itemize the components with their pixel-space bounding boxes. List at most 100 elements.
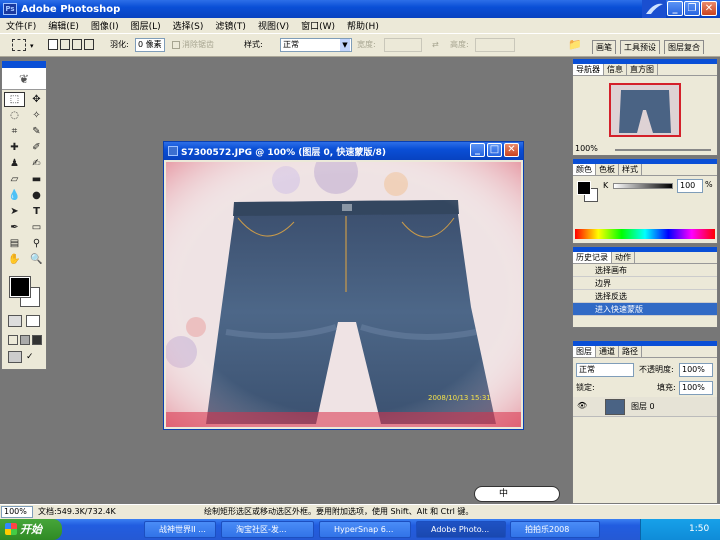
blend-mode-select[interactable]: 正常 <box>576 363 634 377</box>
ime-mode[interactable]: 中 <box>499 489 508 499</box>
gradient-tool-icon[interactable]: ▬ <box>26 172 47 187</box>
dodge-tool-icon[interactable]: ● <box>26 188 47 203</box>
quick-mask-mode-icon[interactable] <box>26 315 40 327</box>
palette-well-tool-presets[interactable]: 工具预设 <box>620 40 660 54</box>
clock[interactable]: 1:50 <box>689 519 709 540</box>
menu-select[interactable]: 选择(S) <box>173 19 204 32</box>
antialias-checkbox[interactable] <box>172 41 180 49</box>
preset-dropdown-arrow-icon[interactable]: ▾ <box>30 42 34 50</box>
navigator-zoom-slider[interactable] <box>615 149 711 151</box>
jump-arrow-icon[interactable]: ✓ <box>26 351 40 363</box>
tab-actions[interactable]: 动作 <box>612 252 635 263</box>
document-title-bar[interactable]: S7300572.JPG @ 100% (图层 0, 快速蒙版/8) _ □ ✕ <box>164 142 523 160</box>
width-input[interactable] <box>384 38 422 52</box>
opacity-input[interactable]: 100% <box>679 363 713 377</box>
tab-layers[interactable]: 图层 <box>573 346 596 357</box>
menu-window[interactable]: 窗口(W) <box>301 19 335 32</box>
tab-color[interactable]: 颜色 <box>573 164 596 175</box>
add-selection-icon[interactable] <box>60 39 70 50</box>
layer-visibility-eye-icon[interactable]: 👁 <box>577 401 587 410</box>
tab-histogram[interactable]: 直方图 <box>627 64 658 75</box>
ime-bar[interactable]: 中 <box>474 486 560 502</box>
tab-styles[interactable]: 样式 <box>619 164 642 175</box>
taskbar-item[interactable]: 战神世界II ... <box>144 521 216 538</box>
fill-input[interactable]: 100% <box>679 381 713 395</box>
menu-filter[interactable]: 滤镜(T) <box>215 19 246 32</box>
palette-well-brushes[interactable]: 画笔 <box>592 40 616 54</box>
navigator-thumbnail[interactable] <box>609 83 681 137</box>
taskbar-item-active[interactable]: Adobe Photo... <box>416 521 506 538</box>
color-ramp[interactable] <box>575 229 715 239</box>
healing-brush-tool-icon[interactable]: ✚ <box>4 140 25 155</box>
subtract-selection-icon[interactable] <box>72 39 82 50</box>
menu-help[interactable]: 帮助(H) <box>347 19 379 32</box>
taskbar-item[interactable]: 淘宝社区-发... <box>221 521 314 538</box>
start-button[interactable]: 开始 <box>0 519 62 540</box>
standard-mode-icon[interactable] <box>8 315 22 327</box>
tab-channels[interactable]: 通道 <box>596 346 619 357</box>
slice-tool-icon[interactable]: ✎ <box>26 124 47 139</box>
doc-maximize-button[interactable]: □ <box>487 143 502 157</box>
rectangular-marquee-tool-icon[interactable]: ⬚ <box>4 92 25 107</box>
blur-tool-icon[interactable]: 💧 <box>4 188 25 203</box>
standard-screen-mode-icon[interactable] <box>8 335 18 345</box>
type-tool-icon[interactable]: T <box>26 204 47 219</box>
doc-minimize-button[interactable]: _ <box>470 143 485 157</box>
k-value-input[interactable]: 100 <box>677 179 703 193</box>
palette-well-layer-comps[interactable]: 图层复合 <box>664 40 704 54</box>
feather-input[interactable]: 0 像素 <box>135 38 165 52</box>
history-brush-tool-icon[interactable]: ✍ <box>26 156 47 171</box>
intersect-selection-icon[interactable] <box>84 39 94 50</box>
status-zoom[interactable]: 100% <box>1 506 33 518</box>
history-item[interactable]: 选择反选 <box>573 290 717 303</box>
clone-stamp-tool-icon[interactable]: ♟ <box>4 156 25 171</box>
path-selection-tool-icon[interactable]: ➤ <box>4 204 25 219</box>
full-screen-mode-icon[interactable] <box>32 335 42 345</box>
jump-to-imageready-icon[interactable] <box>8 351 22 363</box>
hand-tool-icon[interactable]: ✋ <box>4 252 25 267</box>
new-selection-icon[interactable] <box>48 39 58 50</box>
magic-wand-tool-icon[interactable]: ✧ <box>26 108 47 123</box>
k-slider[interactable] <box>613 183 673 189</box>
tab-navigator[interactable]: 导航器 <box>573 64 604 75</box>
menu-layer[interactable]: 图层(L) <box>131 19 161 32</box>
taskbar-item[interactable]: HyperSnap 6... <box>319 521 411 538</box>
document-canvas[interactable]: 2008/10/13 15:31 <box>166 162 521 427</box>
shape-tool-icon[interactable]: ▭ <box>26 220 47 235</box>
doc-close-button[interactable]: ✕ <box>504 143 519 157</box>
notes-tool-icon[interactable]: ▤ <box>4 236 25 251</box>
menu-file[interactable]: 文件(F) <box>6 19 36 32</box>
lasso-tool-icon[interactable]: ◌ <box>4 108 25 123</box>
toolbox-header[interactable] <box>2 61 46 68</box>
restore-button[interactable]: ❐ <box>684 1 700 16</box>
layer-row[interactable]: 👁 图层 0 <box>573 397 717 417</box>
eyedropper-tool-icon[interactable]: ⚲ <box>26 236 47 251</box>
swap-arrows-icon[interactable]: ⇄ <box>432 38 439 52</box>
color-foreground-swatch[interactable] <box>577 181 591 195</box>
history-item[interactable]: 选择画布 <box>573 264 717 277</box>
tab-info[interactable]: 信息 <box>604 64 627 75</box>
move-tool-icon[interactable]: ✥ <box>26 92 47 107</box>
brush-tool-icon[interactable]: ✐ <box>26 140 47 155</box>
close-button[interactable]: ✕ <box>701 1 717 16</box>
minimize-button[interactable]: _ <box>667 1 683 16</box>
zoom-tool-icon[interactable]: 🔍 <box>26 252 47 267</box>
menu-view[interactable]: 视图(V) <box>258 19 289 32</box>
tab-history[interactable]: 历史记录 <box>573 252 612 263</box>
style-select[interactable]: 正常 ▼ <box>280 38 352 52</box>
navigator-zoom-value[interactable]: 100% <box>575 143 613 155</box>
history-item-active[interactable]: 进入快速蒙版 <box>573 303 717 316</box>
menu-edit[interactable]: 编辑(E) <box>48 19 79 32</box>
tab-paths[interactable]: 路径 <box>619 346 642 357</box>
adobe-online-icon[interactable]: ❦ <box>2 68 46 90</box>
eraser-tool-icon[interactable]: ▱ <box>4 172 25 187</box>
file-browser-icon[interactable]: 📁 <box>568 38 582 52</box>
taskbar-item[interactable]: 拍拍乐2008 <box>510 521 600 538</box>
tab-swatches[interactable]: 色板 <box>596 164 619 175</box>
height-input[interactable] <box>475 38 515 52</box>
history-item[interactable]: 边界 <box>573 277 717 290</box>
menu-image[interactable]: 图像(I) <box>91 19 119 32</box>
crop-tool-icon[interactable]: ⌗ <box>4 124 25 139</box>
pen-tool-icon[interactable]: ✒ <box>4 220 25 235</box>
foreground-color-swatch[interactable] <box>9 276 31 298</box>
